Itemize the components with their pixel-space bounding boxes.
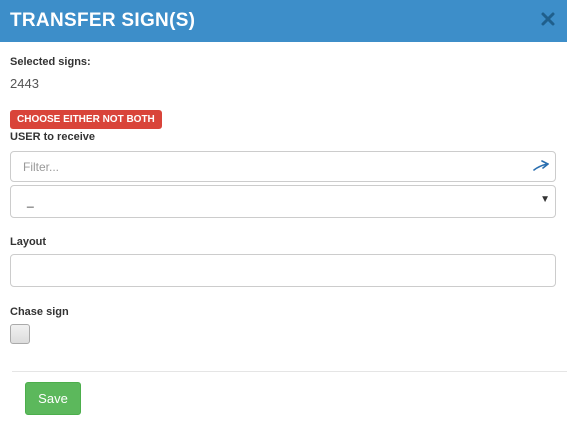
layout-label: Layout — [10, 236, 47, 248]
selected-signs-value: 2443 — [10, 76, 39, 91]
user-select[interactable]: _ ▼ — [10, 185, 556, 218]
chase-sign-label: Chase sign — [10, 306, 69, 318]
modal-title: TRANSFER SIGN(S) — [10, 10, 196, 31]
modal-header: TRANSFER SIGN(S) — [0, 0, 567, 42]
layout-input[interactable] — [10, 254, 556, 287]
choose-either-badge: CHOOSE EITHER NOT BOTH — [10, 110, 162, 129]
user-to-receive-label: USER to receive — [10, 131, 95, 143]
user-filter-field[interactable] — [10, 151, 556, 182]
transfer-signs-modal: TRANSFER SIGN(S) Selected signs: 2443 CH… — [0, 0, 567, 425]
close-icon[interactable] — [540, 10, 556, 28]
user-select-value: _ — [27, 194, 34, 208]
user-filter-input[interactable] — [23, 152, 523, 181]
chase-sign-checkbox[interactable] — [10, 324, 30, 344]
filter-arrow-icon[interactable] — [533, 159, 550, 173]
dropdown-caret-icon: ▼ — [540, 194, 550, 205]
selected-signs-label: Selected signs: — [10, 56, 91, 68]
footer-divider — [12, 371, 567, 372]
save-button[interactable]: Save — [25, 382, 81, 415]
